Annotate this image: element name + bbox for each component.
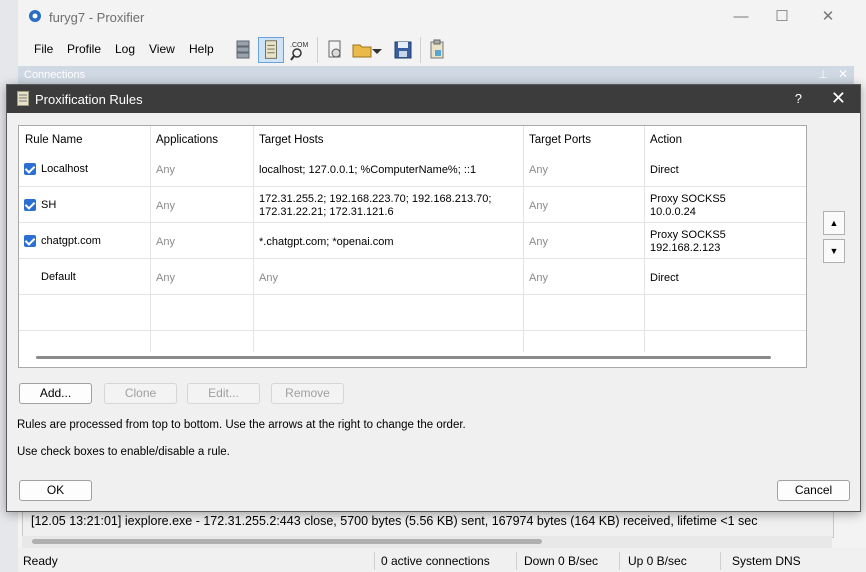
checkbox-info: Use check boxes to enable/disable a rule… xyxy=(17,446,230,458)
rule-action: Direct xyxy=(650,164,679,176)
column-header-target-ports[interactable]: Target Ports xyxy=(529,134,591,146)
rule-name: Localhost xyxy=(41,163,89,175)
menu-bar: File Profile Log View Help .COM xyxy=(18,34,866,66)
rule-name: chatgpt.com xyxy=(41,235,101,247)
dialog-close-button[interactable]: ✕ xyxy=(831,88,846,109)
rule-enabled-checkbox[interactable] xyxy=(24,199,36,211)
advanced-settings-icon[interactable] xyxy=(322,37,348,63)
column-header-action[interactable]: Action xyxy=(650,134,682,146)
clipboard-icon[interactable] xyxy=(424,37,450,63)
column-header-applications[interactable]: Applications xyxy=(156,134,218,146)
status-dns: System DNS xyxy=(732,554,801,568)
column-divider xyxy=(150,126,151,352)
rule-applications: Any xyxy=(156,272,175,284)
clone-rule-button[interactable]: Clone xyxy=(104,383,177,404)
proxification-rules-icon[interactable] xyxy=(258,37,284,63)
row-divider xyxy=(19,294,806,295)
scrollbar-thumb[interactable] xyxy=(32,539,542,544)
rule-target-hosts: 172.31.255.2; 192.168.223.70; 192.168.21… xyxy=(259,193,492,205)
pin-icon[interactable]: ⊥ xyxy=(818,68,828,81)
toolbar-separator xyxy=(420,37,421,63)
status-state: Ready xyxy=(23,554,58,568)
rule-name: SH xyxy=(41,199,57,211)
column-divider xyxy=(253,126,254,352)
rule-target-hosts-continued: 172.31.22.21; 172.31.121.6 xyxy=(259,206,394,218)
table-horizontal-scrollbar[interactable] xyxy=(36,356,771,359)
rule-enabled-checkbox[interactable] xyxy=(24,163,36,175)
log-horizontal-scrollbar[interactable] xyxy=(22,536,832,548)
edit-rule-button[interactable]: Edit... xyxy=(187,383,260,404)
status-separator xyxy=(720,552,721,570)
proxy-servers-icon[interactable] xyxy=(230,37,256,63)
menu-profile[interactable]: Profile xyxy=(67,42,101,56)
title-bar[interactable]: furyg7 - Proxifier — ☐ ✕ xyxy=(18,0,866,34)
rule-target-hosts: *.chatgpt.com; *openai.com xyxy=(259,236,394,248)
rule-target-hosts: localhost; 127.0.0.1; %ComputerName%; ::… xyxy=(259,164,477,176)
rule-action-proxy-address: 10.0.0.24 xyxy=(650,206,696,218)
connections-pane-header: Connections ⊥ ✕ xyxy=(18,66,854,84)
row-divider xyxy=(19,222,806,223)
status-separator xyxy=(516,552,517,570)
cancel-button[interactable]: Cancel xyxy=(777,480,850,501)
rule-action: Proxy SOCKS5 xyxy=(650,229,726,241)
rule-target-ports: Any xyxy=(529,272,548,284)
rule-target-ports: Any xyxy=(529,164,548,176)
add-rule-button[interactable]: Add... xyxy=(19,383,92,404)
menu-help[interactable]: Help xyxy=(189,42,214,56)
maximize-button[interactable]: ☐ xyxy=(759,0,805,34)
rule-target-hosts: Any xyxy=(259,272,278,284)
column-header-rule-name[interactable]: Rule Name xyxy=(25,134,83,146)
log-pane: [12.05 13:21:01] iexplore.exe - 172.31.2… xyxy=(22,508,834,538)
status-separator xyxy=(619,552,620,570)
minimize-button[interactable]: — xyxy=(718,0,764,34)
rule-action-proxy-address: 192.168.2.123 xyxy=(650,242,721,254)
rule-applications: Any xyxy=(156,236,175,248)
remove-rule-button[interactable]: Remove xyxy=(271,383,344,404)
rules-table[interactable]: Rule Name Applications Target Hosts Targ… xyxy=(18,125,807,368)
chevron-down-icon[interactable] xyxy=(370,37,384,63)
row-divider xyxy=(19,258,806,259)
name-resolution-icon[interactable]: .COM xyxy=(286,37,312,63)
rules-order-info: Rules are processed from top to bottom. … xyxy=(17,419,466,431)
close-window-button[interactable]: ✕ xyxy=(805,0,851,34)
help-button[interactable]: ? xyxy=(795,91,802,106)
column-divider xyxy=(644,126,645,352)
rule-action: Proxy SOCKS5 xyxy=(650,193,726,205)
rule-applications: Any xyxy=(156,164,175,176)
column-divider xyxy=(523,126,524,352)
svg-text:.COM: .COM xyxy=(290,42,308,49)
row-divider xyxy=(19,330,806,331)
proxifier-logo-icon xyxy=(29,10,41,22)
rule-action: Direct xyxy=(650,272,679,284)
menu-view[interactable]: View xyxy=(149,42,175,56)
rule-enabled-checkbox[interactable] xyxy=(24,235,36,247)
close-icon[interactable]: ✕ xyxy=(838,67,848,81)
rule-target-ports: Any xyxy=(529,200,548,212)
dialog-title-bar[interactable]: Proxification Rules ? ✕ xyxy=(7,85,860,113)
window-title: furyg7 - Proxifier xyxy=(49,10,145,25)
menu-file[interactable]: File xyxy=(34,42,53,56)
toolbar-separator xyxy=(317,37,318,63)
proxification-rules-dialog: Proxification Rules ? ✕ Rule Name Applic… xyxy=(6,84,861,512)
rule-target-ports: Any xyxy=(529,236,548,248)
save-profile-icon[interactable] xyxy=(390,37,416,63)
connections-pane-label: Connections xyxy=(24,69,86,81)
rule-applications: Any xyxy=(156,200,175,212)
row-divider xyxy=(19,186,806,187)
status-download-rate: Down 0 B/sec xyxy=(524,554,599,568)
column-header-target-hosts[interactable]: Target Hosts xyxy=(259,134,324,146)
move-rule-up-button[interactable]: ▲ xyxy=(823,211,845,235)
dialog-title: Proxification Rules xyxy=(35,92,143,107)
ok-button[interactable]: OK xyxy=(19,480,92,501)
log-entry: [12.05 13:21:01] iexplore.exe - 172.31.2… xyxy=(31,514,758,528)
status-separator xyxy=(374,552,375,570)
move-rule-down-button[interactable]: ▼ xyxy=(823,239,845,263)
rules-document-icon xyxy=(17,91,29,106)
status-upload-rate: Up 0 B/sec xyxy=(628,554,687,568)
status-bar: Ready 0 active connections Down 0 B/sec … xyxy=(18,548,866,572)
rule-name: Default xyxy=(41,271,76,283)
menu-log[interactable]: Log xyxy=(115,42,135,56)
status-connections: 0 active connections xyxy=(381,554,490,568)
